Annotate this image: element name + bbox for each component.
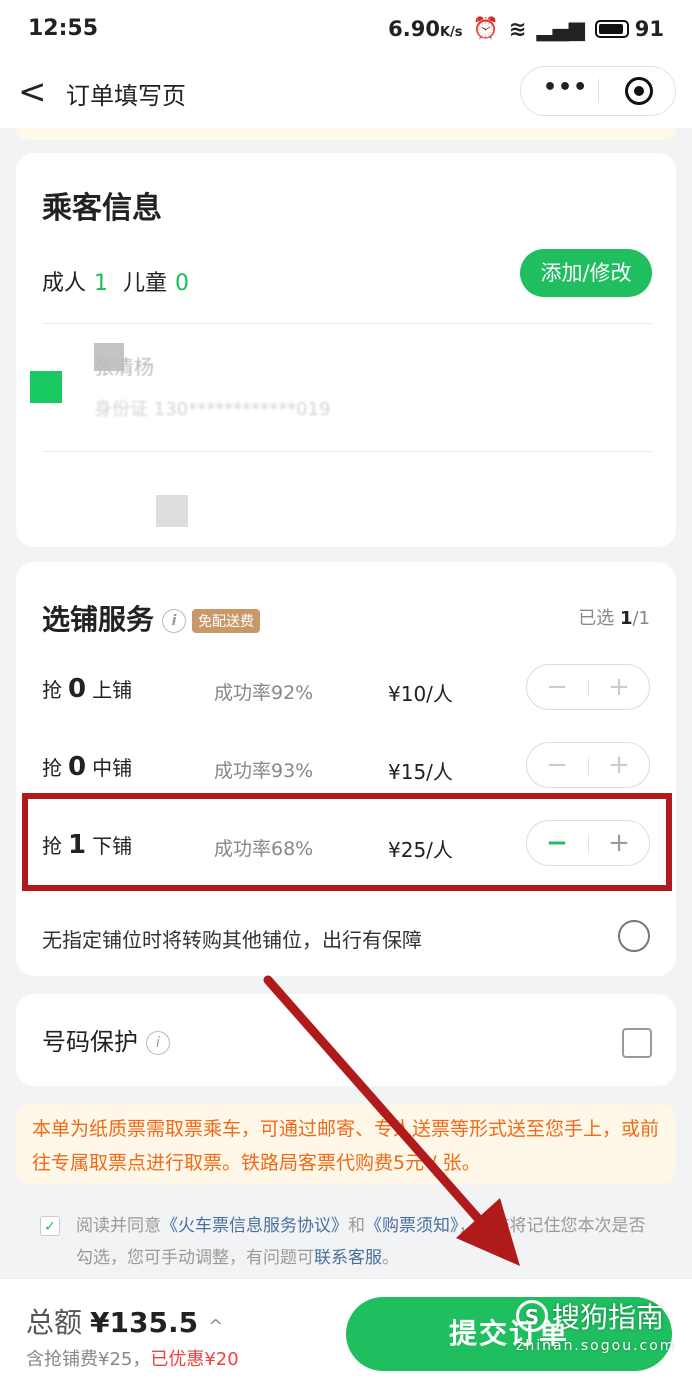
previous-card-edge [16, 128, 676, 140]
passenger-title: 乘客信息 [42, 191, 162, 226]
customer-service-link[interactable]: 联系客服 [314, 1248, 382, 1268]
berth-row-upper: 抢 0 上铺 成功率92% ¥10/人 − + [16, 660, 676, 720]
service-agreement-link[interactable]: 《火车票信息服务协议》 [161, 1216, 348, 1236]
guarantee-radio[interactable] [618, 920, 650, 952]
network-speed: 6.90K/s [388, 16, 463, 41]
passenger-select-marker[interactable] [30, 371, 62, 403]
sogou-logo-icon: S [516, 1300, 548, 1332]
discount-text: 已优惠¥20 [150, 1349, 239, 1370]
guarantee-text: 无指定铺位时将转购其他铺位，出行有保障 [42, 928, 422, 952]
divider [42, 451, 652, 452]
fee-breakdown: 含抢铺费¥25，已优惠¥20 [26, 1349, 239, 1370]
more-dots-icon[interactable]: ••• [543, 75, 588, 100]
nav-bar: < 订单填写页 ••• [0, 62, 692, 128]
close-target-icon[interactable] [625, 77, 653, 105]
passenger-name[interactable]: 张清杨 [94, 351, 154, 380]
wifi-icon: ≋ [508, 16, 527, 41]
caret-up-icon: ^ [208, 1316, 224, 1337]
miniapp-capsule: ••• [520, 66, 676, 116]
agreement-checkbox[interactable]: ✓ [40, 1216, 60, 1236]
adult-count: 1 [94, 271, 109, 296]
status-bar: 12:55 6.90K/s ⏰ ≋ ▂▄▆ 91 [0, 0, 692, 62]
divider [42, 323, 652, 324]
minus-button[interactable]: − [527, 665, 587, 709]
berth-price: ¥10/人 [388, 682, 453, 706]
add-edit-passenger-button[interactable]: 添加/修改 [520, 249, 652, 297]
quantity-stepper: − + [526, 742, 650, 788]
plus-button[interactable]: + [589, 665, 649, 709]
redacted-block [156, 495, 188, 527]
battery-icon [594, 19, 629, 38]
passenger-card: 乘客信息 成人 1 儿童 0 添加/修改 张清杨 身份证 130**********… [16, 153, 676, 547]
status-indicators: 6.90K/s ⏰ ≋ ▂▄▆ 91 [388, 16, 664, 41]
success-rate: 成功率92% [214, 682, 314, 704]
minus-button[interactable]: − [527, 743, 587, 787]
alarm-icon: ⏰ [472, 16, 499, 40]
annotation-highlight-box [22, 793, 672, 891]
total-amount: ¥135.5 [90, 1306, 199, 1339]
signal-icon: ▂▄▆ [536, 16, 585, 41]
info-icon[interactable]: i [162, 609, 187, 633]
total[interactable]: 总额 ¥135.5 ^ [26, 1301, 223, 1341]
status-time: 12:55 [28, 16, 99, 41]
berth-title: 选铺服务 i 免配送费 [42, 598, 261, 638]
quantity-stepper: − + [526, 664, 650, 710]
success-rate: 成功率93% [214, 760, 314, 782]
sogou-watermark: S 搜狗指南 zhinan.sogou.com [516, 1300, 676, 1354]
child-count: 0 [175, 271, 190, 296]
phone-protection-checkbox[interactable] [622, 1028, 652, 1058]
page-title: 订单填写页 [66, 82, 186, 110]
berth-service-card: 选铺服务 i 免配送费 已选 1/1 抢 0 上铺 成功率92% ¥10/人 − + 抢… [16, 562, 676, 976]
free-delivery-badge: 免配送费 [192, 609, 261, 633]
selected-count: 已选 1/1 [578, 608, 650, 629]
purchase-notice-link[interactable]: 《购票须知》 [365, 1216, 459, 1236]
agreement-row: ✓ 阅读并同意《火车票信息服务协议》和《购票须知》，系统将记住您本次是否勾选，您… [40, 1210, 660, 1274]
paper-ticket-notice: 本单为纸质票需取票乘车，可通过邮寄、专人送票等形式送至您手上，或前往专属取票点进… [16, 1104, 676, 1184]
berth-price: ¥15/人 [388, 760, 453, 784]
phone-protection-title: 号码保护 i [42, 1022, 170, 1057]
capsule-divider [598, 79, 599, 103]
berth-qty: 0 [68, 674, 87, 704]
passenger-counts: 成人 1 儿童 0 [42, 271, 190, 296]
back-chevron-icon[interactable]: < [18, 72, 47, 112]
phone-protection-card: 号码保护 i [16, 994, 676, 1086]
berth-qty: 0 [68, 752, 87, 782]
passenger-id: 身份证 130************019 [94, 399, 331, 420]
plus-button[interactable]: + [589, 743, 649, 787]
berth-row-middle: 抢 0 中铺 成功率93% ¥15/人 − + [16, 738, 676, 798]
battery-indicator: 91 [594, 17, 664, 41]
info-icon[interactable]: i [146, 1031, 170, 1055]
